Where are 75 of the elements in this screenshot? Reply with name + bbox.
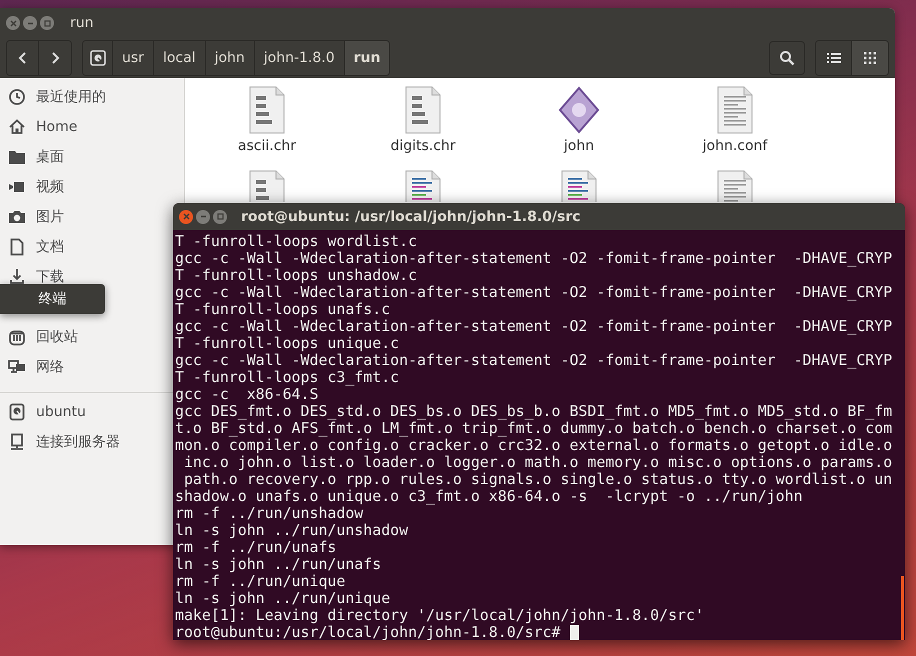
home-icon: [8, 118, 26, 136]
camera-icon: [8, 208, 26, 226]
file-name[interactable]: john.conf: [702, 138, 768, 154]
terminal-line: rm -f ../run/unshadow: [175, 505, 364, 522]
drive-button[interactable]: [83, 41, 113, 75]
tooltip: 终端: [0, 284, 105, 314]
scrollbar[interactable]: [901, 576, 904, 640]
terminal-line: T -funroll-loops unique.c: [175, 335, 400, 352]
terminal-line: T -funroll-loops unafs.c: [175, 301, 390, 318]
sidebar-item[interactable]: ubuntu: [0, 397, 92, 427]
terminal-line: gcc -c -Wall -Wdeclaration-after-statement -O2 -fomit-frame-pointer -DHAVE_CRYP: [175, 318, 892, 335]
terminal-line: ln -s john ../run/unafs: [175, 556, 382, 573]
maximize-button[interactable]: [40, 16, 54, 30]
back-icon: [16, 51, 28, 65]
terminal-line: shadow.o unafs.o unique.o c3_fmt.o x86-64.o -s -lcrypt -o ../run/john: [175, 488, 803, 505]
diamond-icon[interactable]: [558, 86, 600, 134]
file-name[interactable]: ascii.chr: [238, 138, 296, 154]
terminal-line: gcc -c -Wall -Wdeclaration-after-statement -O2 -fomit-frame-pointer -DHAVE_CRYP: [175, 284, 892, 301]
terminal-line: mon.o compiler.o config.o cracker.o crc32.o external.o formats.o getopt.o idle.o: [175, 437, 892, 454]
sidebar-item[interactable]: 最近使用的: [0, 82, 112, 112]
grid-view-button[interactable]: [852, 41, 888, 75]
close-button[interactable]: [6, 16, 20, 30]
terminal-line: gcc -c x86-64.S: [175, 386, 318, 403]
window-title: root@ubuntu: /usr/local/john/john-1.8.0/src: [241, 208, 581, 224]
terminal-line: T -funroll-loops wordlist.c: [175, 233, 418, 250]
close-icon: [8, 18, 18, 28]
minimize-button[interactable]: [196, 210, 210, 224]
maximize-icon: [214, 211, 226, 222]
terminal-line: ln -s john ../run/unshadow: [175, 522, 408, 539]
search-button[interactable]: [769, 41, 805, 75]
maximize-button[interactable]: [213, 210, 227, 224]
grid-icon: [864, 52, 876, 64]
sidebar-item[interactable]: 回收站: [0, 322, 84, 352]
terminal-prompt: root@ubuntu:/usr/local/john/john-1.8.0/src#: [175, 624, 560, 640]
drive-icon: [8, 403, 26, 421]
terminal-line: gcc DES_fmt.o DES_std.o DES_bs.o DES_bs_b.o BSDI_fmt.o MD5_fmt.o MD5_std.o BF_fm: [175, 403, 892, 420]
clock-icon: [8, 88, 26, 106]
document-icon: [8, 238, 26, 256]
back-button[interactable]: [7, 41, 39, 75]
search-icon: [779, 50, 795, 66]
terminal-line: ln -s john ../run/unique: [175, 590, 390, 607]
sidebar-item[interactable]: Home: [0, 112, 84, 142]
text-cursor: [570, 624, 578, 640]
file-name[interactable]: digits.chr: [390, 138, 456, 154]
close-icon: [180, 211, 192, 222]
sidebar-item[interactable]: 视频: [0, 172, 70, 202]
terminal-line: inc.o john.o list.o loader.o logger.o math.o memory.o misc.o options.o params.o: [182, 454, 892, 471]
path-button[interactable]: run: [344, 41, 390, 75]
terminal-line: t.o BF_std.o AFS_fmt.o LM_fmt.o trip_fmt.o dummy.o batch.o bench.o charset.o com: [175, 420, 892, 437]
terminal-line: path.o recovery.o rpp.o rules.o signals.o single.o status.o tty.o wordlist.o un: [182, 471, 892, 488]
close-button[interactable]: [179, 210, 193, 224]
window-title: run: [70, 15, 94, 31]
folder-icon: [8, 148, 26, 166]
sidebar-item[interactable]: 连接到服务器: [0, 427, 126, 457]
network-icon: [8, 358, 26, 376]
sidebar-item[interactable]: 网络: [0, 352, 70, 382]
sidebar-item[interactable]: 桌面: [0, 142, 70, 172]
list-view-button[interactable]: [816, 41, 852, 75]
file-name[interactable]: john: [564, 138, 594, 154]
drive-icon: [88, 49, 106, 67]
terminal-line: gcc -c -Wall -Wdeclaration-after-statement -O2 -fomit-frame-pointer -DHAVE_CRYP: [175, 250, 892, 267]
download-icon: [8, 268, 26, 286]
terminal-line: make[1]: Leaving directory '/usr/local/john/john-1.8.0/src': [175, 607, 704, 624]
sidebar-item[interactable]: 图片: [0, 202, 70, 232]
trash-icon: [8, 328, 26, 346]
list-icon: [826, 52, 840, 64]
sidebar-item[interactable]: 文档: [0, 232, 70, 262]
maximize-icon: [42, 18, 52, 28]
minimize-button[interactable]: [23, 16, 37, 30]
terminal-line: T -funroll-loops c3_fmt.c: [175, 369, 400, 386]
terminal-line: rm -f ../run/unafs: [175, 539, 336, 556]
terminal-line: gcc -c -Wall -Wdeclaration-after-statement -O2 -fomit-frame-pointer -DHAVE_CRYP: [175, 352, 892, 369]
terminal-line: rm -f ../run/unique: [175, 573, 346, 590]
terminal-line: T -funroll-loops unshadow.c: [175, 267, 418, 284]
computer-icon: [8, 433, 26, 451]
